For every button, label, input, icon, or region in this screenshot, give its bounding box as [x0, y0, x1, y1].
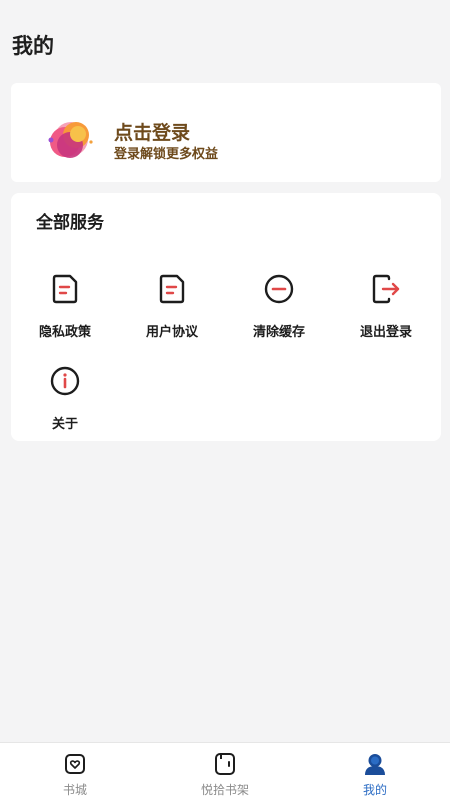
login-subtitle: 登录解锁更多权益	[114, 147, 219, 162]
bookshelf-icon	[212, 751, 238, 777]
document-icon	[156, 273, 188, 305]
service-about[interactable]: 关于	[11, 365, 119, 432]
app-logo-avatar[interactable]	[45, 118, 95, 162]
service-clear-cache[interactable]: 清除缓存	[225, 273, 333, 340]
service-logout[interactable]: 退出登录	[332, 273, 440, 340]
service-user-agreement[interactable]: 用户协议	[118, 273, 226, 340]
services-title: 全部服务	[36, 213, 104, 233]
service-label: 关于	[51, 417, 78, 432]
minus-circle-icon	[263, 273, 295, 305]
service-label: 用户协议	[145, 325, 198, 340]
tab-label: 我的	[362, 783, 387, 797]
tab-label: 悦拾书架	[200, 783, 249, 797]
profile-icon	[362, 751, 388, 777]
page-title: 我的	[12, 34, 54, 58]
tab-bookstore[interactable]: 书城	[15, 751, 135, 798]
login-title[interactable]: 点击登录	[114, 118, 190, 145]
service-privacy-policy[interactable]: 隐私政策	[11, 273, 119, 340]
info-icon	[49, 365, 81, 397]
service-label: 隐私政策	[38, 325, 91, 340]
tab-profile[interactable]: 我的	[315, 751, 435, 798]
bookstore-icon	[62, 751, 88, 777]
tab-bookshelf[interactable]: 悦拾书架	[165, 751, 285, 798]
bottom-tab-bar: 书城 悦拾书架 我的	[0, 742, 450, 800]
services-card: 全部服务 隐私政策 用户协议 清除缓存 退出登录 关于	[11, 193, 441, 441]
logout-icon	[370, 273, 402, 305]
profile-card[interactable]: 点击登录 登录解锁更多权益	[11, 83, 441, 182]
document-icon	[49, 273, 81, 305]
service-label: 退出登录	[359, 325, 412, 340]
service-label: 清除缓存	[252, 325, 305, 340]
tab-label: 书城	[62, 783, 87, 797]
